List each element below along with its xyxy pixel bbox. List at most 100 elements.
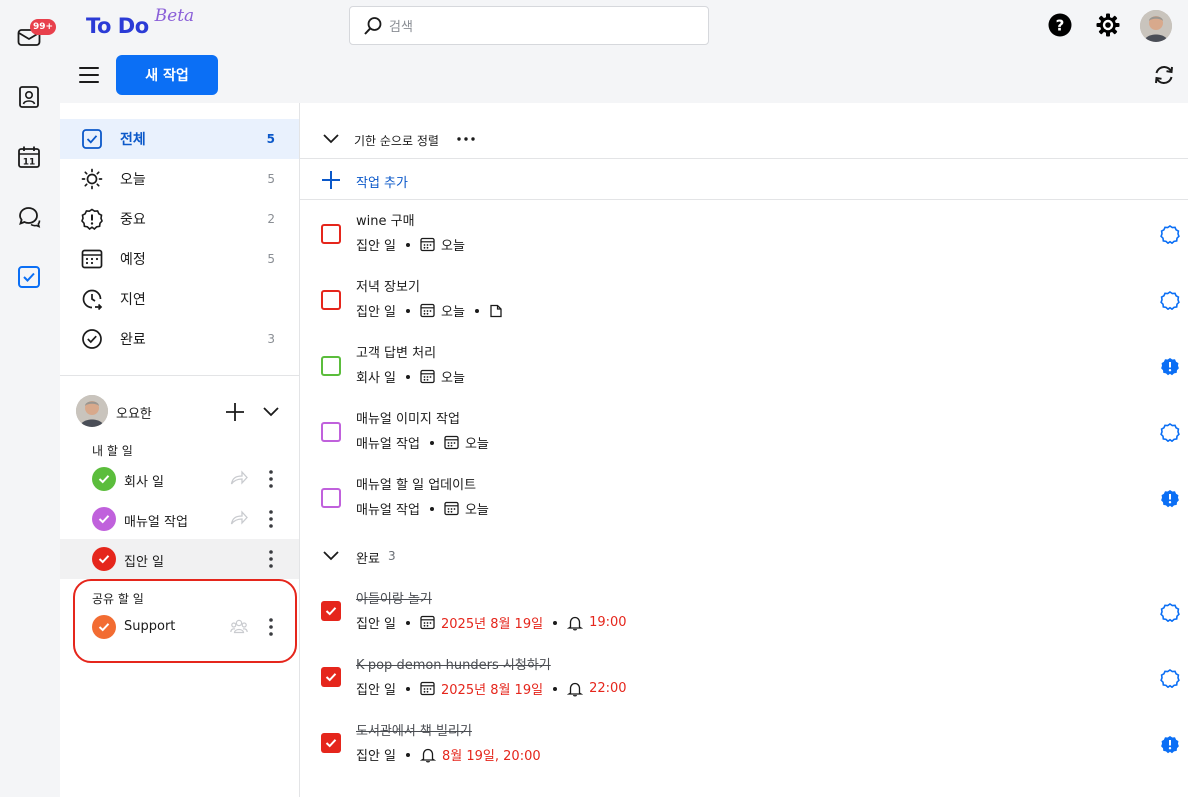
calendar-app-icon[interactable]: 11	[16, 144, 42, 170]
account-name: 오요한	[116, 407, 152, 422]
importance-badge-outline-icon[interactable]	[1160, 602, 1180, 622]
completed-count: 3	[388, 549, 396, 563]
nav-completed[interactable]: 완료 3	[60, 319, 299, 359]
task-row-completed[interactable]: K-pop demon hunders 시청하기 집안 일 2025년 8월 1…	[300, 644, 1188, 710]
chevron-down-icon[interactable]	[322, 131, 340, 147]
task-meta: 매뉴얼 작업 오늘	[356, 433, 489, 452]
sidebar-divider	[60, 375, 299, 376]
search-input[interactable]: 검색	[349, 6, 709, 45]
more-vertical-icon[interactable]	[260, 508, 282, 530]
gear-icon[interactable]	[1095, 12, 1121, 38]
importance-badge-outline-icon[interactable]	[1160, 668, 1180, 688]
nav-overdue[interactable]: 지연	[60, 279, 299, 319]
help-icon[interactable]: ?	[1047, 12, 1073, 38]
bell-icon	[567, 616, 584, 631]
task-checkbox-checked[interactable]	[321, 601, 341, 621]
task-list-name: 집안 일	[356, 683, 397, 698]
list-item-manual[interactable]: 매뉴얼 작업	[60, 499, 299, 539]
nav-important[interactable]: 중요 2	[60, 199, 299, 239]
importance-badge-outline-icon[interactable]	[1160, 290, 1180, 310]
importance-badge-filled-icon[interactable]	[1160, 356, 1180, 376]
task-row[interactable]: wine 구매 집안 일 오늘	[300, 200, 1188, 266]
task-due: 오늘	[464, 437, 489, 452]
nav-count: 5	[267, 172, 275, 186]
task-row-completed[interactable]: 도서관에서 책 빌리기 집안 일 8월 19일, 20:00	[300, 710, 1188, 776]
importance-badge-outline-icon[interactable]	[1160, 224, 1180, 244]
svg-text:11: 11	[23, 158, 36, 168]
task-checkbox[interactable]	[321, 422, 341, 442]
list-check-icon	[92, 467, 116, 491]
search-icon	[364, 16, 382, 35]
task-row-completed[interactable]: 아들이랑 놀기 집안 일 2025년 8월 19일 19:00	[300, 578, 1188, 644]
contacts-icon[interactable]	[16, 84, 42, 110]
more-vertical-icon[interactable]	[260, 616, 282, 638]
nav-label: 완료	[120, 332, 146, 348]
chat-icon[interactable]	[16, 204, 42, 230]
new-task-button[interactable]: 새 작업	[116, 55, 218, 95]
todo-app-icon[interactable]	[16, 264, 42, 290]
add-task-row[interactable]: 작업 추가	[300, 160, 1188, 200]
task-meta: 회사 일 오늘	[356, 367, 465, 386]
sort-label[interactable]: 기한 순으로 정렬	[354, 132, 439, 149]
task-meta: 집안 일 2025년 8월 19일 19:00	[356, 613, 627, 632]
importance-badge-filled-icon[interactable]	[1160, 734, 1180, 754]
calendar-icon	[444, 501, 459, 516]
share-arrow-icon[interactable]	[230, 470, 248, 486]
profile-avatar[interactable]	[1140, 10, 1172, 42]
list-item-home[interactable]: 집안 일	[60, 539, 299, 579]
completed-section-toggle[interactable]: 완료 3	[300, 536, 1188, 576]
chevron-down-icon[interactable]	[262, 403, 280, 421]
task-due: 오늘	[441, 305, 465, 320]
app-logo-name: To Do	[86, 14, 149, 38]
calendar-icon	[420, 615, 435, 630]
sync-icon[interactable]	[1152, 63, 1176, 87]
share-arrow-icon[interactable]	[230, 510, 248, 526]
check-circle-icon	[80, 327, 104, 351]
task-checkbox[interactable]	[321, 224, 341, 244]
task-reminder: 8월 19일, 20:00	[442, 749, 541, 764]
task-list-name: 집안 일	[356, 617, 397, 632]
hamburger-menu-button[interactable]	[77, 63, 101, 87]
task-row[interactable]: 매뉴얼 할 일 업데이트 매뉴얼 작업 오늘	[300, 464, 1188, 530]
nav-all[interactable]: 전체 5	[60, 119, 299, 159]
task-row[interactable]: 고객 답변 처리 회사 일 오늘	[300, 332, 1188, 398]
task-checkbox-checked[interactable]	[321, 667, 341, 687]
task-list-name: 집안 일	[356, 305, 397, 320]
list-label: 회사 일	[124, 475, 165, 490]
task-title: 매뉴얼 이미지 작업	[356, 412, 460, 427]
exclamation-circle-icon	[80, 207, 104, 231]
nav-today[interactable]: 오늘 5	[60, 159, 299, 199]
list-item-work[interactable]: 회사 일	[60, 459, 299, 499]
task-pane: 기한 순으로 정렬 작업 추가 wine 구매 집안 일 오늘 저녁 장보기 집…	[300, 103, 1188, 797]
importance-badge-outline-icon[interactable]	[1160, 422, 1180, 442]
more-vertical-icon[interactable]	[260, 468, 282, 490]
importance-badge-filled-icon[interactable]	[1160, 488, 1180, 508]
task-title: 저녁 장보기	[356, 280, 420, 295]
mail-badge: 99+	[30, 19, 57, 35]
task-due: 오늘	[441, 239, 465, 254]
task-due: 2025년 8월 19일	[441, 683, 544, 698]
task-list-name: 집안 일	[356, 239, 397, 254]
app-rail: 99+ 11	[0, 0, 58, 797]
chevron-down-icon	[322, 548, 340, 564]
task-title: 아들이랑 놀기	[356, 592, 432, 607]
task-checkbox[interactable]	[321, 356, 341, 376]
task-due: 오늘	[441, 371, 465, 386]
bell-icon	[567, 682, 584, 697]
more-vertical-icon[interactable]	[260, 548, 282, 570]
app-logo: To Do Beta	[86, 6, 194, 38]
task-row[interactable]: 매뉴얼 이미지 작업 매뉴얼 작업 오늘	[300, 398, 1188, 464]
nav-count: 3	[267, 332, 275, 346]
task-row[interactable]: 저녁 장보기 집안 일 오늘	[300, 266, 1188, 332]
sun-icon	[80, 167, 104, 191]
plus-icon[interactable]	[224, 401, 246, 423]
calendar-icon	[420, 369, 435, 384]
nav-count: 5	[266, 132, 275, 146]
nav-planned[interactable]: 예정 5	[60, 239, 299, 279]
task-checkbox[interactable]	[321, 488, 341, 508]
more-horizontal-icon[interactable]	[456, 129, 476, 149]
task-list-name: 회사 일	[356, 371, 397, 386]
list-item-support[interactable]: Support	[60, 607, 299, 647]
task-checkbox[interactable]	[321, 290, 341, 310]
task-checkbox-checked[interactable]	[321, 733, 341, 753]
